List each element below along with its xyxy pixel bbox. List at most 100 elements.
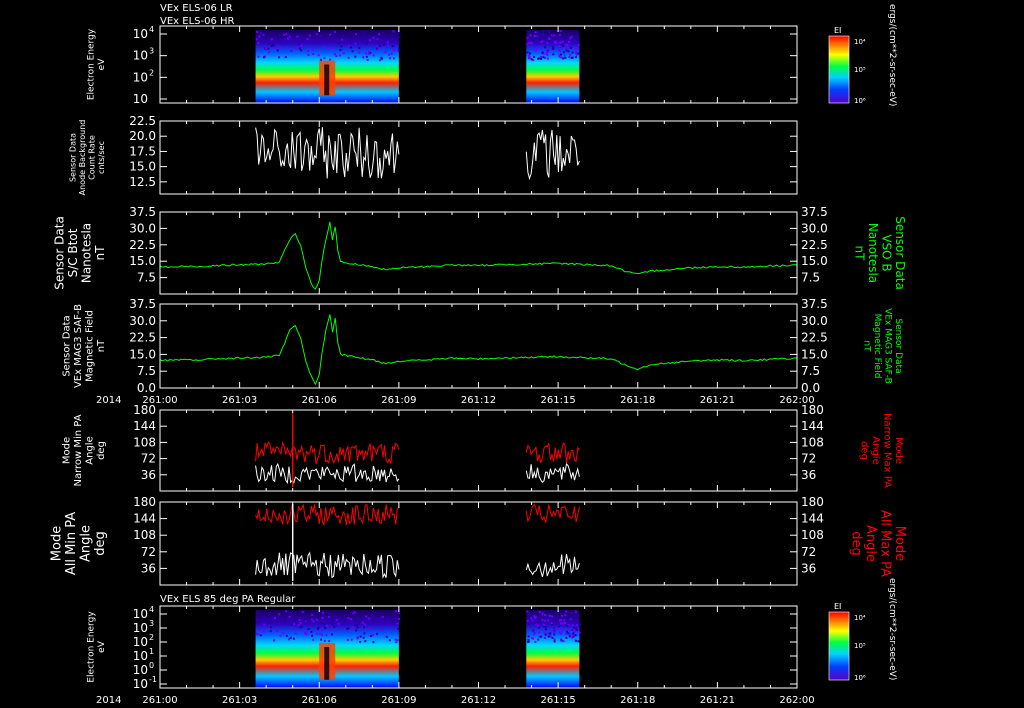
spectrogram-speckle: [575, 628, 578, 631]
spectrogram-speckle: [562, 640, 565, 643]
spectrogram-speckle: [315, 33, 318, 36]
y-tick-label-right: 144: [801, 419, 824, 433]
spectrogram-speckle: [564, 56, 567, 59]
spectrogram-speckle: [549, 635, 552, 638]
spectrogram-speckle: [327, 615, 330, 618]
y-tick-label: 37.5: [129, 297, 156, 311]
spectrogram-speckle: [384, 51, 387, 54]
spectrogram-speckle: [349, 46, 352, 49]
trace-layer: [159, 127, 798, 581]
all-min-pa-trace: [255, 551, 400, 579]
spectrogram-speckle: [323, 623, 326, 626]
spectrogram-speckle: [560, 41, 563, 44]
spectrogram-speckle: [536, 31, 539, 34]
spectrogram-speckle: [532, 629, 535, 632]
spectrogram-speckle: [577, 44, 580, 47]
spectrogram-speckle: [311, 48, 314, 51]
spectrogram-speckle: [571, 612, 574, 615]
spectrogram-speckle: [267, 47, 270, 50]
spectrogram-speckle: [529, 31, 532, 34]
spectrogram-speckle: [565, 627, 568, 630]
spectrogram-speckle: [354, 42, 357, 45]
anode-trace: [255, 127, 400, 179]
y-tick-exponent: 3: [149, 47, 154, 56]
year-label-mid: 2014: [96, 395, 121, 406]
spectrogram-speckle: [539, 46, 542, 49]
spectrogram-speckle: [544, 619, 547, 622]
y-axis-label-left: Electron Energy: [87, 611, 97, 683]
spectrogram-speckle: [344, 36, 347, 39]
time-tick-label: 261:09: [381, 395, 416, 406]
spectrogram-speckle: [382, 43, 385, 46]
spectrogram-speckle: [282, 632, 285, 635]
y-tick-label: 20.0: [129, 129, 156, 143]
spectrogram-speckle: [276, 630, 279, 633]
spectrogram-speckle: [396, 639, 399, 642]
spectrogram-speckle: [333, 625, 336, 628]
spectrogram-speckle: [551, 40, 554, 43]
spectrogram-speckle: [570, 628, 573, 631]
spectrogram-speckle: [323, 57, 326, 60]
y-axis-label-right: Mode: [892, 526, 907, 561]
spectrogram-speckle: [398, 36, 401, 39]
spectrogram-speckle: [526, 36, 529, 39]
y-axis-label-right: Narrow Max PA: [882, 413, 893, 488]
spectrogram-speckle: [535, 613, 538, 616]
spectrogram-speckle: [543, 614, 546, 617]
spectrogram-speckle: [288, 611, 291, 614]
spectrogram-speckle: [358, 47, 361, 50]
spectrogram-speckle: [561, 40, 564, 43]
spectrogram-speckle: [368, 617, 371, 620]
y-tick-label-right: 144: [801, 512, 824, 526]
time-tick-label: 261:03: [222, 395, 257, 406]
spectrogram-speckle: [285, 33, 288, 36]
spectrogram-speckle: [553, 631, 556, 634]
spectrogram-speckle: [534, 616, 537, 619]
spectrogram-speckle: [363, 31, 366, 34]
spectrogram-speckle: [295, 46, 298, 49]
spectrogram-speckle: [366, 58, 369, 61]
y-tick-label: 10: [133, 677, 148, 691]
spectrogram-speckle: [543, 42, 546, 45]
y-tick-exponent: 4: [149, 605, 154, 614]
spectrogram-speckle: [297, 43, 300, 46]
spectrogram-speckle: [388, 639, 391, 642]
colorbar-bottom-unit: ergs/(cm**2-sr-sec-eV): [887, 578, 897, 680]
y-tick-label: 108: [133, 435, 156, 449]
spectrogram-speckle: [562, 57, 565, 60]
spectrogram-speckle: [568, 55, 571, 58]
spectrogram-speckle: [534, 31, 537, 34]
spectrogram-speckle: [325, 634, 328, 637]
spectrogram-speckle: [553, 640, 556, 643]
spectrogram-speckle: [549, 35, 552, 38]
spectrogram-speckle: [558, 50, 561, 53]
spectrogram-speckle: [397, 627, 400, 630]
spectrogram-speckle: [559, 618, 562, 621]
spectrogram-speckle: [270, 38, 273, 41]
magnetic-field-trace: [159, 221, 798, 290]
spectrogram-speckle: [529, 34, 532, 37]
y-tick-label: 10: [133, 663, 148, 677]
spectrogram-speckle: [538, 611, 541, 614]
spectrogram-speckle: [558, 45, 561, 48]
spectrogram-speckle: [300, 49, 303, 52]
spectrogram-speckle: [362, 636, 365, 639]
spectrogram-speckle: [293, 623, 296, 626]
spectrogram-speckle: [565, 636, 568, 639]
spectrogram-speckle: [533, 633, 536, 636]
spectrogram-speckle: [544, 626, 547, 629]
spectrogram-speckle: [256, 30, 259, 33]
spectrogram-speckle: [552, 34, 555, 37]
y-axis-label-left: S/C Btot: [66, 228, 80, 277]
spectrogram-speckle: [284, 56, 287, 59]
spectrogram-speckle: [540, 55, 543, 58]
spectrogram-speckle: [366, 40, 369, 43]
spectrogram-speckle: [575, 623, 578, 626]
spectrogram-speckle: [534, 41, 537, 44]
spectrogram-speckle: [550, 622, 553, 625]
spectrogram-speckle: [536, 621, 539, 624]
time-tick-label: 261:21: [700, 695, 735, 706]
spectrogram-speckle: [257, 41, 260, 44]
y-axis-label-left: cnts/sec: [97, 141, 106, 174]
spectrogram-speckle: [358, 621, 361, 624]
